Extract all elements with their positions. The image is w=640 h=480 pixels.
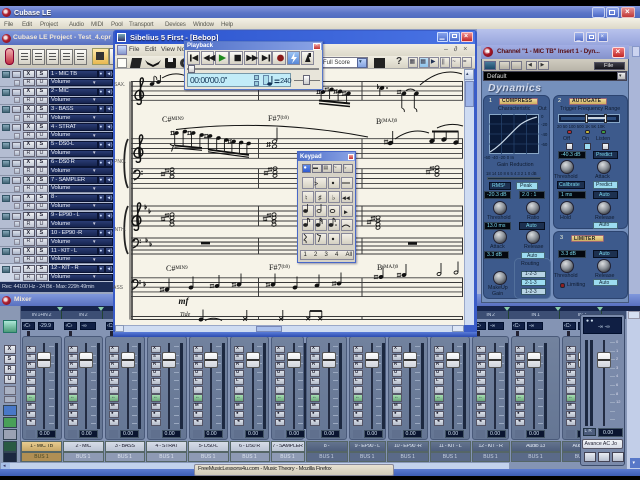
svg-text:C#MIN9: C#MIN9 [162, 115, 184, 124]
svg-text:B(MAJ)9: B(MAJ)9 [376, 117, 398, 126]
svg-text:▶: ▶ [344, 210, 348, 216]
svg-text:F#7(b9): F#7(b9) [269, 263, 290, 272]
svg-text:◀◀: ◀◀ [342, 196, 350, 202]
svg-text:mf: mf [179, 296, 190, 306]
svg-text:♭: ♭ [332, 194, 335, 202]
svg-text:>: > [314, 181, 318, 188]
svg-text:Tide: Tide [180, 312, 191, 318]
svg-text:♯: ♯ [318, 195, 322, 202]
svg-text:B(MAJ)9: B(MAJ)9 [377, 263, 399, 272]
svg-text:C#MIN9: C#MIN9 [166, 264, 188, 273]
svg-text:F#7(b9): F#7(b9) [268, 114, 289, 123]
svg-text:♮: ♮ [305, 194, 308, 202]
